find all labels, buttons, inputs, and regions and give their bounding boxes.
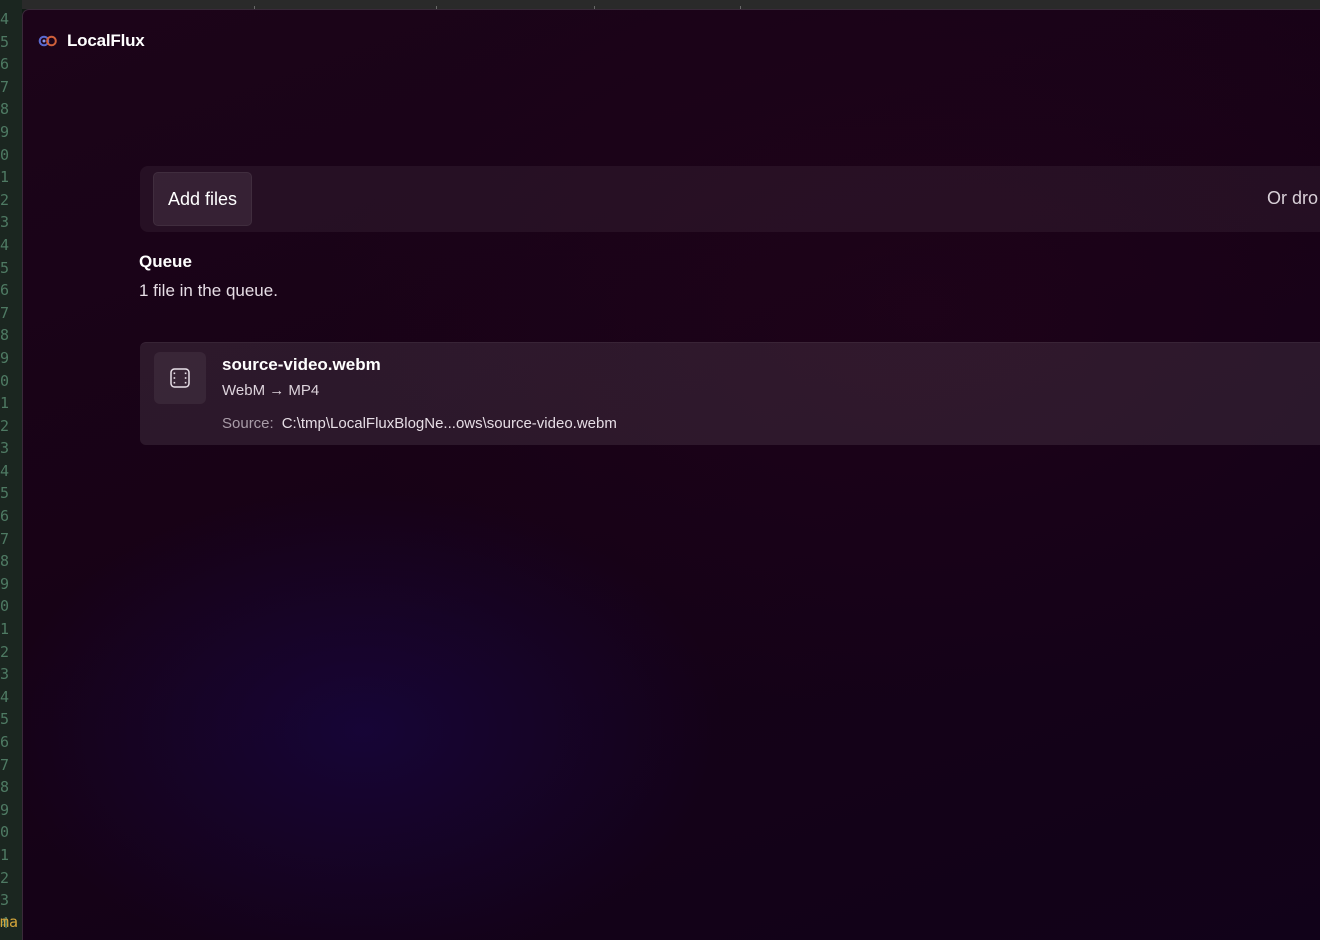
- queue-count-text: 1 file in the queue.: [139, 281, 278, 300]
- line-number: 4: [0, 235, 10, 254]
- line-number: 2: [0, 416, 10, 435]
- line-number: 1: [0, 168, 10, 187]
- line-number: 3: [0, 891, 10, 910]
- source-path: C:\tmp\LocalFluxBlogNe...ows\source-vide…: [281, 415, 617, 432]
- title-bar[interactable]: LocalFlux: [23, 10, 1320, 74]
- file-icon-box: [154, 352, 206, 404]
- line-number: 3: [0, 665, 10, 684]
- line-number: 9: [0, 574, 10, 593]
- conversion-format: WebM → MP4: [222, 382, 320, 399]
- line-number: 0: [0, 823, 10, 842]
- line-number: 4: [0, 687, 10, 706]
- line-number: 8: [0, 326, 10, 345]
- line-number: 7: [0, 303, 10, 322]
- queue-item[interactable]: source-video.webm WebM → MP4 Source: C:\t…: [140, 342, 1320, 445]
- app-title: LocalFlux: [67, 31, 145, 50]
- line-number: 7: [0, 77, 10, 96]
- line-number: 6: [0, 733, 10, 751]
- line-number: 4: [0, 461, 10, 480]
- line-number: 9: [0, 800, 10, 819]
- line-number: 8: [0, 778, 10, 797]
- line-number: 0: [0, 371, 10, 390]
- file-name: source-video.webm: [222, 355, 381, 374]
- line-number: 3: [0, 213, 10, 232]
- line-number: 2: [0, 868, 10, 887]
- drop-hint-text: Or dro: [1267, 188, 1319, 208]
- line-number: 6: [0, 55, 10, 74]
- source-label: Source:: [222, 415, 274, 432]
- line-number: 7: [0, 529, 10, 548]
- queue-heading: Queue: [139, 252, 192, 271]
- localflux-logo-icon: [38, 35, 57, 47]
- line-number: 9: [0, 122, 10, 141]
- line-number: 6: [0, 281, 10, 300]
- file-drop-zone[interactable]: Add files Or dro: [140, 166, 1320, 232]
- line-number: 5: [0, 710, 10, 729]
- line-number: 1: [0, 620, 10, 639]
- video-file-icon: [170, 368, 190, 388]
- editor-line-numbers: 4 5 6 7 8 9 0 1 2 3 4 5 6 7 8 9 0 1 2 3 4 5 6 7 8 9 0 1 2 3 4 5 6 7 8 9 0 1 2 3…: [0, 8, 22, 934]
- line-number: 9: [0, 348, 10, 367]
- line-number: 1: [0, 845, 10, 864]
- line-number: 1: [0, 394, 10, 413]
- background-editor: 4 5 6 7 8 9 0 1 2 3 4 5 6 7 8 9 0 1 2 3 4 5 6 7 8 9 0 1 2 3 4 5 6 7 8 9 0 1 2 3…: [0, 0, 22, 940]
- line-number: 8: [0, 552, 10, 571]
- line-number: 0: [0, 597, 10, 616]
- line-number: 0: [0, 145, 10, 164]
- line-number: 2: [0, 642, 10, 661]
- line-number: 3: [0, 439, 10, 458]
- file-source: Source: C:\tmp\LocalFluxBlogNe...ows\sour…: [222, 415, 617, 432]
- line-number: 7: [0, 755, 10, 774]
- line-number: 4: [0, 10, 10, 28]
- background-window-strip: [0, 0, 1320, 10]
- localflux-window: LocalFlux Add files Or dro Queue 1 file …: [22, 9, 1320, 940]
- line-number: 5: [0, 32, 10, 51]
- line-number: 2: [0, 190, 10, 209]
- line-number: 5: [0, 484, 10, 503]
- line-number: 8: [0, 100, 10, 119]
- editor-code-fragment: ma: [0, 913, 19, 931]
- line-number: 5: [0, 258, 10, 277]
- add-files-button[interactable]: Add files: [153, 172, 252, 226]
- line-number: 6: [0, 507, 10, 526]
